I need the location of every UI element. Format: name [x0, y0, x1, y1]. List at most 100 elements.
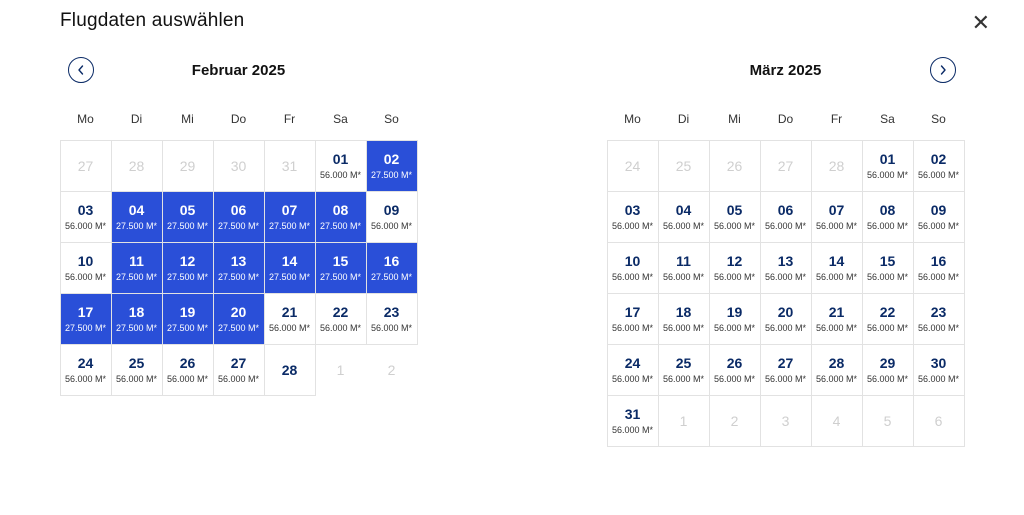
- day-cell[interactable]: 0427.500 M*: [111, 191, 163, 243]
- day-cell[interactable]: 1556.000 M*: [862, 242, 914, 294]
- day-cell[interactable]: 1227.500 M*: [162, 242, 214, 294]
- day-cell[interactable]: 1827.500 M*: [111, 293, 163, 345]
- day-cell[interactable]: 2656.000 M*: [709, 344, 761, 396]
- day-cell[interactable]: 2256.000 M*: [315, 293, 367, 345]
- day-number: 1: [680, 413, 688, 429]
- day-price: 56.000 M*: [765, 221, 806, 231]
- day-price: 56.000 M*: [816, 374, 857, 384]
- day-price: 56.000 M*: [918, 221, 959, 231]
- day-number: 15: [333, 253, 349, 269]
- day-cell[interactable]: 1256.000 M*: [709, 242, 761, 294]
- day-cell[interactable]: 2156.000 M*: [264, 293, 316, 345]
- day-number: 19: [727, 304, 743, 320]
- day-cell[interactable]: 0356.000 M*: [60, 191, 112, 243]
- day-cell[interactable]: 0356.000 M*: [607, 191, 659, 243]
- day-cell[interactable]: 2556.000 M*: [111, 344, 163, 396]
- day-cell[interactable]: 0856.000 M*: [862, 191, 914, 243]
- day-cell[interactable]: 2756.000 M*: [213, 344, 265, 396]
- day-cell[interactable]: 2056.000 M*: [760, 293, 812, 345]
- day-price: 56.000 M*: [371, 323, 412, 333]
- day-cell[interactable]: 1656.000 M*: [913, 242, 965, 294]
- day-cell[interactable]: 3156.000 M*: [607, 395, 659, 447]
- day-cell[interactable]: 2256.000 M*: [862, 293, 914, 345]
- day-cell[interactable]: 0456.000 M*: [658, 191, 710, 243]
- day-cell[interactable]: 13 27.500 M*: [213, 242, 265, 294]
- day-cell[interactable]: 1727.500 M*: [60, 293, 112, 345]
- day-cell[interactable]: 1156.000 M*: [658, 242, 710, 294]
- day-cell[interactable]: 0156.000 M*: [315, 140, 367, 192]
- day-number: 5: [884, 413, 892, 429]
- weekday-label: Di: [111, 112, 162, 126]
- day-cell[interactable]: 2456.000 M*: [60, 344, 112, 396]
- day-cell[interactable]: 0656.000 M*: [760, 191, 812, 243]
- day-number: 09: [931, 202, 947, 218]
- close-icon[interactable]: ✕: [970, 10, 992, 36]
- day-number: 27: [778, 158, 794, 174]
- day-cell-muted: 3: [760, 395, 812, 447]
- day-cell[interactable]: 1527.500 M*: [315, 242, 367, 294]
- day-cell[interactable]: 0527.500 M*: [162, 191, 214, 243]
- day-number: 27: [231, 355, 247, 371]
- day-price: 27.500 M*: [371, 272, 412, 282]
- day-number: 29: [180, 158, 196, 174]
- day-cell[interactable]: 28: [264, 344, 316, 396]
- day-cell-muted: 31: [264, 140, 316, 192]
- day-cell[interactable]: 2156.000 M*: [811, 293, 863, 345]
- day-cell[interactable]: 16 27.500 M*: [366, 242, 418, 294]
- weekday-label: Mo: [607, 112, 658, 126]
- day-cell[interactable]: 2556.000 M*: [658, 344, 710, 396]
- day-price: 56.000 M*: [918, 374, 959, 384]
- day-cell[interactable]: 2656.000 M*: [162, 344, 214, 396]
- prev-month-button[interactable]: [68, 57, 94, 83]
- day-cell[interactable]: 1356.000 M*: [760, 242, 812, 294]
- day-price: 56.000 M*: [918, 170, 959, 180]
- day-cell[interactable]: 2956.000 M*: [862, 344, 914, 396]
- month-block: März 2025MoDiMiDoFrSaSo24252627280156.00…: [607, 56, 964, 446]
- day-cell[interactable]: 1956.000 M*: [709, 293, 761, 345]
- day-number: 08: [880, 202, 896, 218]
- next-month-button[interactable]: [930, 57, 956, 83]
- day-cell[interactable]: 1927.500 M*: [162, 293, 214, 345]
- day-cell-muted: 25: [658, 140, 710, 192]
- day-price: 56.000 M*: [612, 221, 653, 231]
- day-cell[interactable]: 0827.500 M*: [315, 191, 367, 243]
- day-number: 16: [384, 253, 400, 269]
- day-cell[interactable]: 1056.000 M*: [607, 242, 659, 294]
- day-cell-muted: 4: [811, 395, 863, 447]
- day-cell[interactable]: 1427.500 M*: [264, 242, 316, 294]
- day-number: 14: [282, 253, 298, 269]
- day-number: 19: [180, 304, 196, 320]
- day-cell[interactable]: 0156.000 M*: [862, 140, 914, 192]
- day-cell[interactable]: 0256.000 M*: [913, 140, 965, 192]
- day-cell[interactable]: 2456.000 M*: [607, 344, 659, 396]
- day-cell[interactable]: 0227.500 M*: [366, 140, 418, 192]
- day-cell[interactable]: 1127.500 M*: [111, 242, 163, 294]
- day-cell[interactable]: 0956.000 M*: [366, 191, 418, 243]
- day-cell[interactable]: 0756.000 M*: [811, 191, 863, 243]
- day-cell[interactable]: 1056.000 M*: [60, 242, 112, 294]
- day-price: 27.500 M*: [320, 221, 361, 231]
- day-cell[interactable]: 2027.500 M*: [213, 293, 265, 345]
- weekday-row: MoDiMiDoFrSaSo: [607, 112, 964, 126]
- day-cell-muted: 1: [315, 344, 367, 396]
- day-cell[interactable]: 0627.500 M*: [213, 191, 265, 243]
- day-price: 27.500 M*: [218, 272, 259, 282]
- day-number: 23: [931, 304, 947, 320]
- day-number: 13: [231, 253, 247, 269]
- day-cell[interactable]: 2756.000 M*: [760, 344, 812, 396]
- day-cell[interactable]: 2356.000 M*: [366, 293, 418, 345]
- day-cell-muted: 2: [366, 344, 418, 396]
- day-cell[interactable]: 2356.000 M*: [913, 293, 965, 345]
- day-cell[interactable]: 0556.000 M*: [709, 191, 761, 243]
- day-grid: 24252627280156.000 M*0256.000 M*0356.000…: [607, 140, 964, 446]
- day-cell[interactable]: 0727.500 M*: [264, 191, 316, 243]
- day-price: 56.000 M*: [714, 272, 755, 282]
- page-title: Flugdaten auswählen: [60, 10, 244, 32]
- day-cell[interactable]: 2856.000 M*: [811, 344, 863, 396]
- day-cell[interactable]: 1856.000 M*: [658, 293, 710, 345]
- day-cell[interactable]: 09 56.000 M*: [913, 191, 965, 243]
- day-cell[interactable]: 1756.000 M*: [607, 293, 659, 345]
- weekday-row: MoDiMiDoFrSaSo: [60, 112, 417, 126]
- day-cell[interactable]: 1456.000 M*: [811, 242, 863, 294]
- day-cell[interactable]: 3056.000 M*: [913, 344, 965, 396]
